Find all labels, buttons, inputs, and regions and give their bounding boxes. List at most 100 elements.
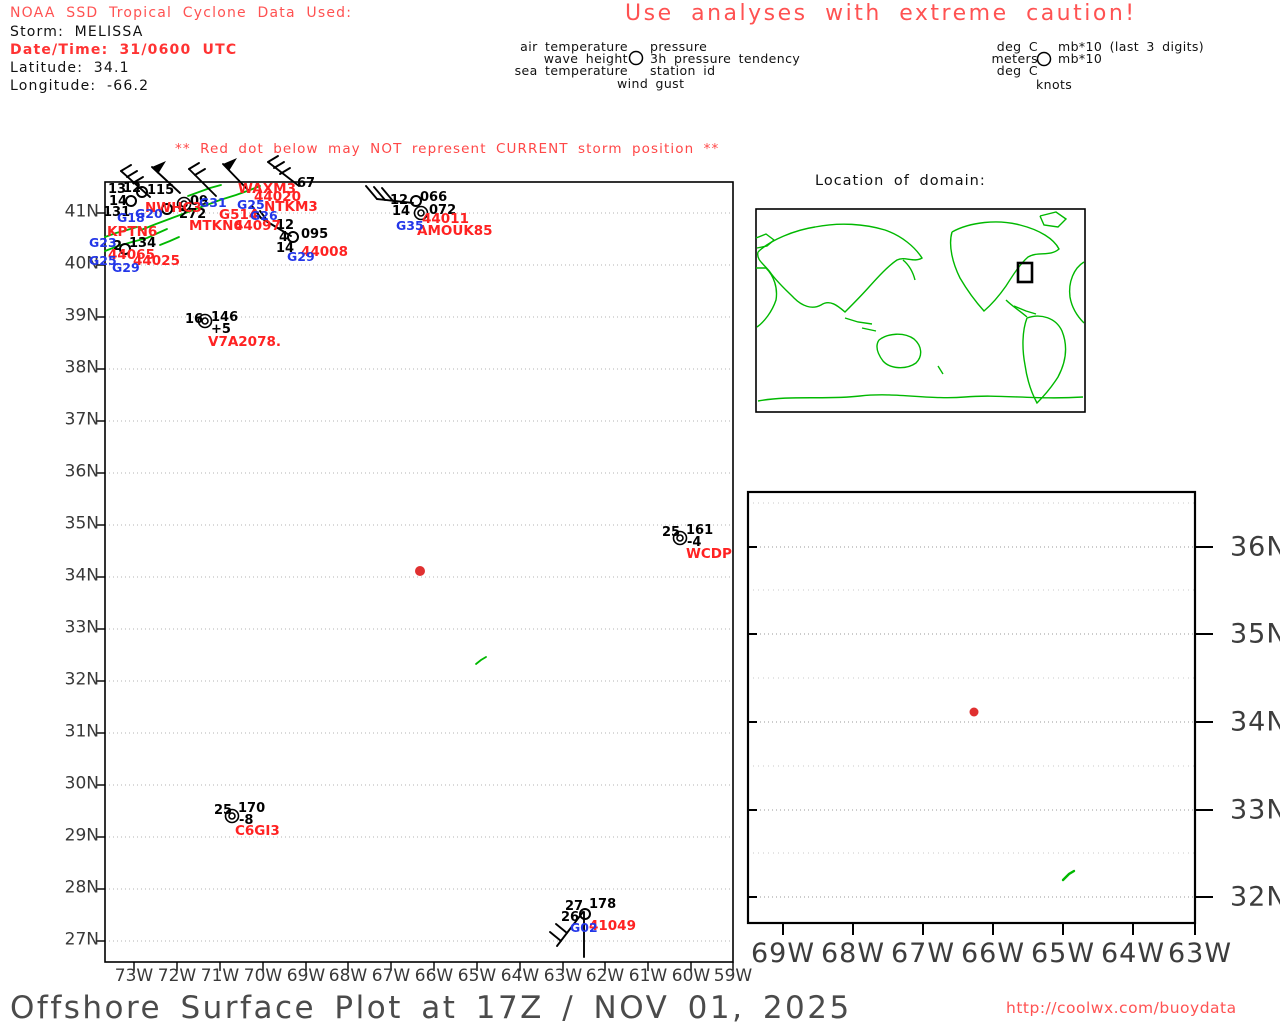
station-value: 178 bbox=[589, 897, 617, 912]
world-coastline bbox=[937, 365, 944, 375]
zoom-lon-label: 68W bbox=[820, 938, 886, 969]
lon-label: 68W bbox=[328, 966, 368, 986]
storm-position-dot bbox=[415, 566, 425, 576]
wind-barb bbox=[188, 162, 200, 170]
lat-label: 29N bbox=[64, 825, 99, 846]
legend-left-column: air temperature wave height sea temperat… bbox=[428, 40, 628, 79]
wind-barb bbox=[194, 168, 206, 176]
station-id-red: V7A2078. bbox=[208, 334, 281, 350]
storm-name-line: Storm: MELISSA bbox=[10, 24, 144, 40]
station-id-blue: G29 bbox=[287, 249, 315, 264]
lon-label: 72W bbox=[157, 966, 197, 986]
coastline bbox=[475, 656, 487, 665]
station-id-blue: G20 bbox=[135, 206, 163, 221]
zoom-lat-label: 33N bbox=[1230, 794, 1280, 826]
zoom-lon-label: 69W bbox=[750, 938, 816, 969]
coastline bbox=[159, 236, 180, 246]
wind-barb bbox=[279, 167, 291, 175]
legend-unit-mb10: mb*10 bbox=[1058, 51, 1103, 67]
storm-longitude-line: Longitude: -66.2 bbox=[10, 78, 150, 94]
world-coastline bbox=[949, 221, 1060, 312]
zoom-lat-label: 35N bbox=[1230, 618, 1280, 650]
world-coastline bbox=[755, 233, 776, 249]
lon-label: 67W bbox=[371, 966, 411, 986]
lon-label: 59W bbox=[713, 966, 753, 986]
legend-station-circle bbox=[628, 50, 644, 66]
lon-label: 70W bbox=[243, 966, 283, 986]
legend-unit-knots: knots bbox=[1036, 77, 1073, 92]
caution-headline: Use analyses with extreme caution! bbox=[625, 1, 1137, 26]
station-value: 14 bbox=[392, 204, 411, 219]
offshore-surface-plot-page: NOAA SSD Tropical Cyclone Data Used: Sto… bbox=[0, 0, 1280, 1024]
zoom-lat-label: 34N bbox=[1230, 706, 1280, 738]
lon-label: 69W bbox=[286, 966, 326, 986]
lon-label: 65W bbox=[457, 966, 497, 986]
world-coastline bbox=[844, 317, 877, 332]
lat-label: 37N bbox=[64, 409, 99, 430]
wind-barb bbox=[549, 931, 562, 942]
wind-barb-flag bbox=[152, 161, 166, 174]
legend-sea-temperature: sea temperature bbox=[514, 63, 628, 79]
lat-label: 32N bbox=[64, 669, 99, 690]
coastline-bermuda bbox=[1061, 869, 1076, 882]
lon-label: 66W bbox=[414, 966, 454, 986]
zoom-lon-label: 66W bbox=[960, 938, 1026, 969]
station-id-red: WAXM3 bbox=[238, 181, 296, 197]
page-title: Offshore Surface Plot at 17Z / NOV 01, 2… bbox=[10, 990, 852, 1024]
legend-wind-gust: wind gust bbox=[617, 76, 685, 91]
zoom-lon-label: 64W bbox=[1100, 938, 1166, 969]
station-value: 16 bbox=[185, 312, 204, 327]
storm-datetime-line: Date/Time: 31/0600 UTC bbox=[10, 42, 238, 58]
lat-label: 28N bbox=[64, 877, 99, 898]
lat-label: 36N bbox=[64, 461, 99, 482]
legend-units-right-column: mb*10 (last 3 digits) mb*10 bbox=[1058, 40, 1204, 67]
world-map-frame bbox=[755, 208, 1086, 413]
wind-barb bbox=[126, 170, 138, 178]
station-id-red: WCDP bbox=[686, 546, 732, 562]
lat-label: 34N bbox=[64, 565, 99, 586]
world-coastline bbox=[756, 223, 923, 313]
world-coastline bbox=[1022, 315, 1067, 405]
zoom-map-frame bbox=[746, 490, 1197, 925]
lat-label: 27N bbox=[64, 929, 99, 950]
station-value: 25 bbox=[214, 803, 233, 818]
world-coastline bbox=[876, 333, 922, 369]
zoom-lat-label: 36N bbox=[1230, 531, 1280, 563]
wind-barb bbox=[273, 161, 285, 169]
wind-barb bbox=[555, 923, 568, 934]
station-value: 25 bbox=[662, 525, 681, 540]
station-id-blue: G35 bbox=[396, 218, 424, 233]
world-coastline bbox=[902, 259, 916, 281]
lat-label: 31N bbox=[64, 721, 99, 742]
world-coastline bbox=[757, 394, 1084, 402]
source-url-link[interactable]: http://coolwx.com/buoydata bbox=[1006, 1000, 1237, 1017]
lat-label: 33N bbox=[64, 617, 99, 638]
zoom-lon-label: 65W bbox=[1030, 938, 1096, 969]
lon-label: 63W bbox=[543, 966, 583, 986]
legend-unit-degc-sea: deg C bbox=[996, 63, 1038, 79]
red-dot-warning: ** Red dot below may NOT represent CURRE… bbox=[175, 141, 720, 157]
noaa-data-source-line: NOAA SSD Tropical Cyclone Data Used: bbox=[10, 5, 353, 21]
station-id-red: AMOUK85 bbox=[417, 223, 493, 239]
lat-label: 38N bbox=[64, 357, 99, 378]
station-id-blue: G23 bbox=[89, 235, 117, 250]
world-coastline bbox=[1068, 261, 1085, 324]
station-id-blue: G31 bbox=[199, 195, 227, 210]
storm-latitude-line: Latitude: 34.1 bbox=[10, 60, 130, 76]
lon-label: 62W bbox=[585, 966, 625, 986]
lon-label: 60W bbox=[671, 966, 711, 986]
legend-station-circle bbox=[1036, 51, 1052, 67]
lat-label: 39N bbox=[64, 305, 99, 326]
lat-label: 41N bbox=[64, 201, 99, 222]
lon-label: 71W bbox=[200, 966, 240, 986]
lat-label: 30N bbox=[64, 773, 99, 794]
station-id-red: 44025 bbox=[133, 253, 180, 269]
grid-line bbox=[691, 0, 962, 182]
station-value: 095 bbox=[301, 227, 329, 242]
world-coastline bbox=[1005, 299, 1028, 318]
zoom-lat-label: 32N bbox=[1230, 881, 1280, 913]
legend-units-left-column: deg C meters deg C bbox=[838, 40, 1038, 79]
world-coastline bbox=[1039, 211, 1068, 228]
station-id-red: C6GI3 bbox=[235, 823, 280, 839]
lat-label: 35N bbox=[64, 513, 99, 534]
